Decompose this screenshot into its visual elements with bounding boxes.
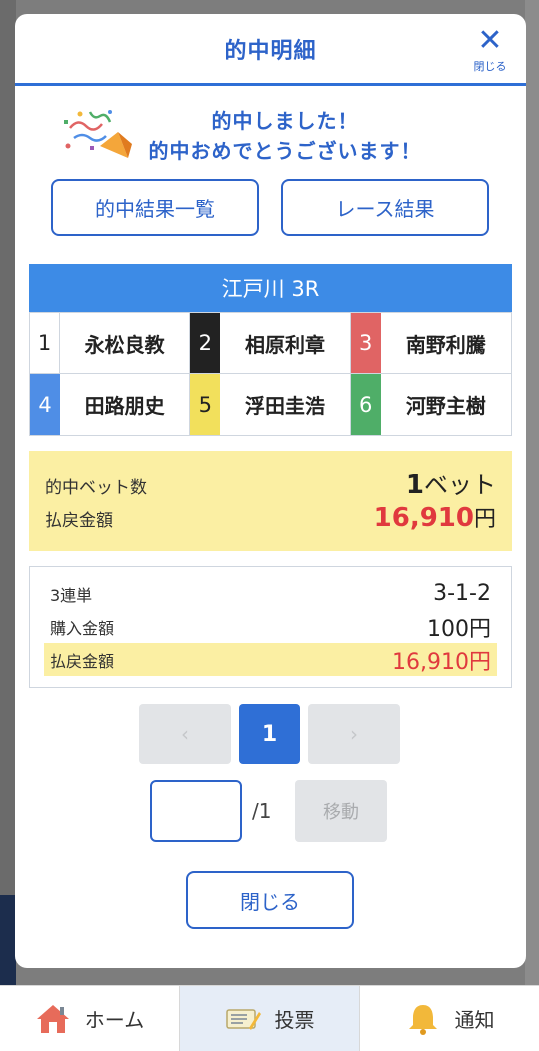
race-results-button[interactable]: レース結果 [281,179,489,236]
racer-cell: 1 永松良教 [30,313,191,374]
background-right [525,0,539,985]
racer-name: 相原利章 [244,332,325,357]
prev-page-button[interactable]: ‹ [139,704,231,764]
ticket-pencil-icon [225,1008,261,1030]
racer-grid: 1 永松良教 2 相原利章 3 南野利騰 4 田路朋史 5 浮田圭浩 6 河野主樹 [29,312,512,436]
payout-amount: 16,910 [373,503,474,533]
bet-type-label: 3連単 [50,585,93,605]
racer-name: 南野利騰 [405,332,486,357]
purchase-value: 100円 [427,616,491,642]
background-navy-block [0,895,16,985]
next-page-button[interactable]: › [308,704,400,764]
bets-label: 的中ベット数 [45,478,147,498]
close-label: 閉じる [473,60,507,73]
racer-cell: 2 相原利章 [190,313,351,374]
bottom-tab-bar: ホーム 投票 通知 [0,985,539,1051]
bell-icon [408,1004,437,1035]
bets-value: 1ベット [406,465,496,500]
lane-number: 5 [190,374,221,435]
close-icon: ✕ [477,23,503,58]
party-popper-icon [64,110,132,158]
close-button[interactable]: ✕ 閉じる [468,26,512,76]
tab-notify-label: 通知 [454,1008,495,1032]
move-button[interactable]: 移動 [295,780,387,842]
detail-payout-label: 払戻金額 [50,651,115,671]
tab-notify[interactable]: 通知 [360,986,539,1051]
bets-row: 的中ベット数 1ベット [45,465,496,501]
lane-number: 1 [30,313,60,373]
racer-name: 田路朋史 [84,394,165,418]
bet-detail: 3連単 3-1-2 購入金額 100円 払戻金額 16,910円 [29,566,512,688]
payout-unit: 円 [473,507,496,532]
tab-home-label: ホーム [84,1008,145,1032]
lane-number: 6 [350,374,381,435]
racer-name: 浮田圭浩 [244,394,325,418]
lane-number: 4 [30,374,60,435]
race-title: 江戸川 3R [29,264,512,312]
page-jump: /1 移動 [150,780,387,842]
racer-name: 永松良教 [84,332,165,357]
racer-cell: 4 田路朋史 [30,374,191,435]
background-left [0,0,16,985]
payout-label: 払戻金額 [45,511,113,531]
pagination: ‹ 1 › [139,704,400,764]
payout-row: 払戻金額 16,910円 [45,501,496,537]
purchase-label: 購入金額 [50,618,115,638]
payout-value: 16,910円 [374,501,496,533]
hit-summary: 的中ベット数 1ベット 払戻金額 16,910円 [29,451,512,551]
bet-type-row: 3連単 3-1-2 [44,577,497,610]
racer-cell: 5 浮田圭浩 [190,374,351,435]
congrats-section: 的中しました！ 的中おめでとうございます！ [15,86,526,176]
bets-unit: ベット [424,471,496,499]
racer-cell: 3 南野利騰 [350,313,511,374]
racer-name: 河野主樹 [405,394,486,418]
home-icon [36,1004,69,1033]
close-bottom-button[interactable]: 閉じる [186,871,354,929]
combination-value: 3-1-2 [433,581,491,606]
lane-number: 3 [350,313,381,373]
lane-number: 2 [190,313,221,373]
page-number-input[interactable] [150,780,242,842]
purchase-row: 購入金額 100円 [44,610,497,643]
congrats-line-1: 的中しました！ [211,109,359,133]
result-buttons: 的中結果一覧 レース結果 [51,179,489,236]
modal-header: 的中明細 ✕ 閉じる [15,14,526,86]
hit-results-list-button[interactable]: 的中結果一覧 [51,179,259,236]
page-total: /1 [252,799,272,823]
bets-count: 1 [405,470,424,500]
racer-cell: 6 河野主樹 [350,374,511,435]
hit-detail-modal: 的中明細 ✕ 閉じる 的中しました！ 的中おめでとうございます！ 的中結果一覧 … [15,14,526,968]
detail-payout-row: 払戻金額 16,910円 [44,643,497,676]
tab-vote[interactable]: 投票 [180,986,360,1051]
detail-payout-value: 16,910円 [392,649,491,675]
congrats-message: 的中しました！ 的中おめでとうございます！ [125,106,445,166]
current-page[interactable]: 1 [239,704,300,764]
tab-vote-label: 投票 [274,1008,315,1032]
tab-home[interactable]: ホーム [0,986,180,1051]
congrats-line-2: 的中おめでとうございます！ [148,139,422,163]
modal-title: 的中明細 [224,38,317,64]
